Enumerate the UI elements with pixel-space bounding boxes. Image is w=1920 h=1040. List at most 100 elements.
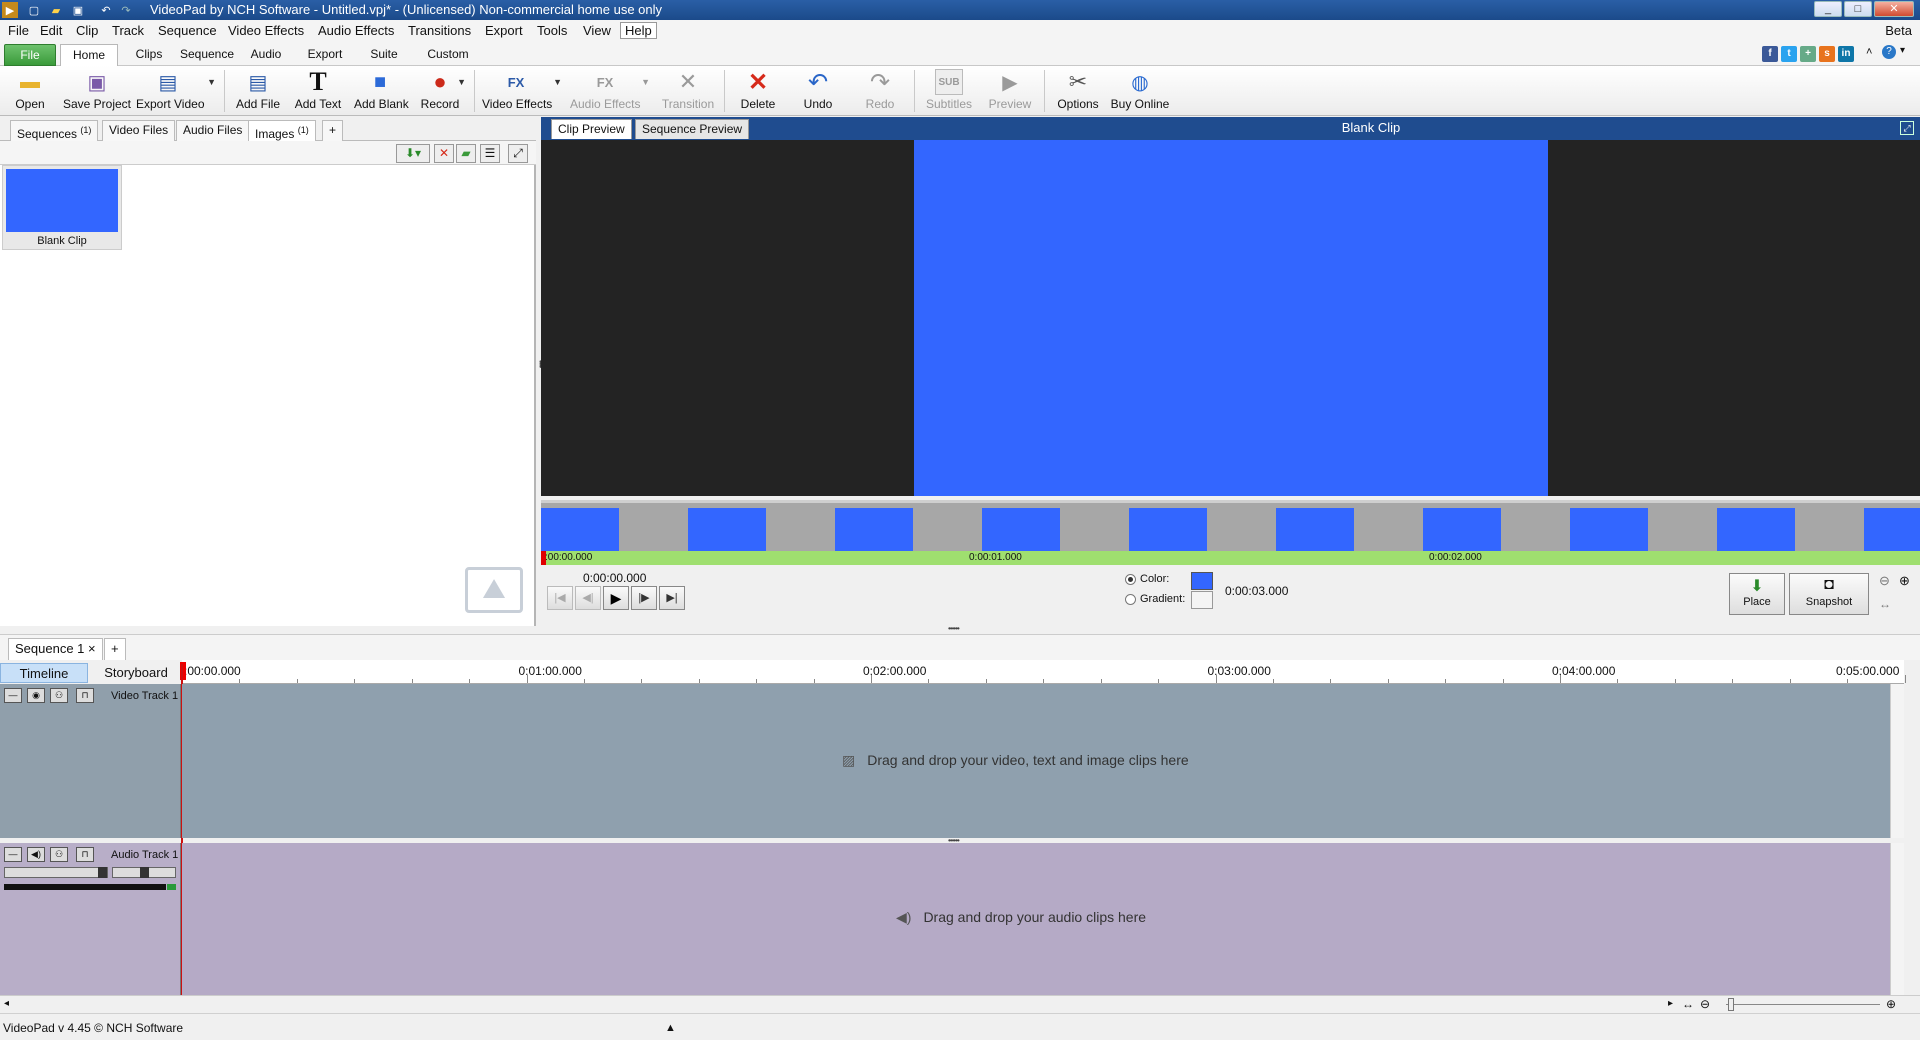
open-folder-icon[interactable]: ▰ — [48, 2, 64, 18]
facebook-icon[interactable]: f — [1762, 46, 1778, 62]
record-button[interactable]: ● Record ▼ — [420, 69, 466, 115]
tab-file[interactable]: File — [4, 44, 56, 66]
clip-duration[interactable]: 0:00:03.000 — [1225, 584, 1288, 598]
solo-track-icon[interactable]: ⚇ — [50, 688, 68, 703]
bin-sort-dropdown-icon[interactable]: ⬇▾ — [396, 144, 430, 163]
pan-slider[interactable] — [112, 867, 176, 878]
menu-video-effects[interactable]: Video Effects — [228, 23, 304, 38]
zoom-in-preview-icon[interactable]: ⊕ — [1899, 573, 1910, 589]
expand-status-icon[interactable]: ▲ — [665, 1022, 676, 1034]
menu-export[interactable]: Export — [485, 23, 523, 38]
record-dropdown-icon[interactable]: ▼ — [457, 77, 466, 87]
tab-export[interactable]: Export — [302, 44, 348, 66]
zoom-in-timeline-icon[interactable]: ⊕ — [1886, 997, 1896, 1011]
pan-knob[interactable] — [140, 867, 149, 878]
audio-effects-dropdown-icon[interactable]: ▼ — [641, 77, 650, 87]
lock-icon[interactable]: ⊓ — [76, 847, 94, 862]
video-track-scrollbar[interactable] — [1890, 684, 1904, 838]
redo-icon[interactable]: ↷ — [118, 2, 134, 18]
menu-edit[interactable]: Edit — [40, 23, 62, 38]
zoom-slider-track[interactable] — [1726, 1004, 1880, 1005]
close-window-button[interactable]: ✕ — [1874, 1, 1914, 17]
add-blank-button[interactable]: ■ Add Blank — [354, 69, 409, 115]
gradient-swatch[interactable] — [1191, 591, 1213, 609]
save-project-button[interactable]: ▣ Save Project — [62, 69, 132, 115]
menu-clip[interactable]: Clip — [76, 23, 98, 38]
video-track-area[interactable]: ▨ Drag and drop your video, text and imag… — [182, 684, 1904, 838]
menu-help[interactable]: Help — [620, 22, 657, 39]
audio-effects-button[interactable]: FX Audio Effects ▼ — [570, 69, 650, 115]
tab-images[interactable]: Images (1) — [248, 120, 316, 142]
timeline-ruler[interactable]: :00:00.000 0:01:00.000 0:02:00.000 0:03:00.… — [182, 660, 1906, 684]
tab-audio[interactable]: Audio — [244, 44, 288, 66]
open-button[interactable]: ▬ Open — [12, 69, 48, 115]
save-icon[interactable]: ▣ — [70, 2, 86, 18]
export-dropdown-icon[interactable]: ▼ — [207, 77, 216, 87]
step-forward-button[interactable]: |▶ — [631, 586, 657, 610]
subtitles-button[interactable]: SUB Subtitles — [924, 69, 974, 115]
delete-button[interactable]: ✕ Delete — [736, 69, 780, 115]
menu-file[interactable]: File — [8, 23, 29, 38]
menu-tools[interactable]: Tools — [537, 23, 567, 38]
collapse-track-icon[interactable]: — — [4, 688, 22, 703]
tab-sequences[interactable]: Sequences (1) — [10, 120, 99, 141]
minimize-button[interactable]: _ — [1814, 1, 1842, 17]
video-effects-dropdown-icon[interactable]: ▼ — [553, 77, 562, 87]
speaker-icon[interactable]: ◀) — [27, 847, 45, 862]
add-bin-tab-button[interactable]: + — [322, 120, 344, 141]
tab-audio-files[interactable]: Audio Files — [176, 120, 250, 141]
options-button[interactable]: ✂ Options — [1056, 69, 1100, 115]
timeline-scrollbar[interactable]: ◂ ▸ ↔ ⊖ ⊕ — [0, 995, 1920, 1013]
bin-list-view-icon[interactable]: ☰ — [480, 144, 500, 163]
scroll-right-icon[interactable]: ▸ — [1668, 998, 1673, 1009]
tab-home[interactable]: Home — [60, 44, 118, 67]
close-sequence-icon[interactable]: × — [88, 641, 96, 656]
buy-online-button[interactable]: ◍ Buy Online — [1110, 69, 1170, 115]
transition-button[interactable]: ✕ Transition — [660, 69, 716, 115]
zoom-out-preview-icon[interactable]: ⊖ — [1879, 573, 1890, 589]
tab-sequence[interactable]: Sequence — [176, 44, 238, 66]
menu-transitions[interactable]: Transitions — [408, 23, 471, 38]
video-effects-button[interactable]: FX Video Effects ▼ — [482, 69, 562, 115]
new-file-icon[interactable]: ▢ — [26, 2, 42, 18]
stumbleupon-icon[interactable]: s — [1819, 46, 1835, 62]
scroll-left-icon[interactable]: ◂ — [4, 998, 9, 1009]
eye-icon[interactable]: ◉ — [27, 688, 45, 703]
menu-track[interactable]: Track — [112, 23, 144, 38]
place-button[interactable]: ⬇ Place — [1729, 573, 1785, 615]
color-radio[interactable] — [1125, 573, 1136, 585]
gradient-radio[interactable] — [1125, 593, 1136, 605]
help-icon[interactable]: ? — [1882, 45, 1896, 59]
fit-timeline-icon[interactable]: ↔ — [1682, 997, 1694, 1011]
collapse-track-icon[interactable]: — — [4, 847, 22, 862]
add-file-button[interactable]: ▤ Add File — [236, 69, 280, 115]
tab-storyboard[interactable]: Storyboard — [92, 663, 180, 683]
redo-button[interactable]: ↷ Redo — [860, 69, 900, 115]
step-back-button[interactable]: ◀| — [575, 586, 601, 610]
share-icon[interactable]: + — [1800, 46, 1816, 62]
tab-suite[interactable]: Suite — [362, 44, 406, 66]
snapshot-button[interactable]: ◘ Snapshot — [1789, 573, 1869, 615]
tab-timeline[interactable]: Timeline — [0, 663, 88, 683]
preview-button[interactable]: ▶ Preview — [986, 69, 1034, 115]
tab-sequence-preview[interactable]: Sequence Preview — [635, 119, 750, 139]
clip-scrub-bar[interactable]: :00:00.000 0:00:01.000 0:00:02.000 — [541, 551, 1920, 565]
horizontal-splitter-grip[interactable]: •••••• — [948, 624, 960, 633]
collapse-ribbon-icon[interactable]: ˄ — [1866, 46, 1872, 58]
bin-clip-thumbnail[interactable]: Blank Clip — [2, 165, 122, 250]
gradient-option[interactable]: Gradient: — [1125, 593, 1185, 605]
fit-preview-icon[interactable]: ↔ — [1879, 597, 1891, 611]
play-button[interactable]: ▶ — [603, 586, 629, 610]
bin-detach-icon[interactable]: ⤢ — [508, 144, 528, 163]
go-to-end-button[interactable]: ▶| — [659, 586, 685, 610]
twitter-icon[interactable]: t — [1781, 46, 1797, 62]
tab-clips[interactable]: Clips — [126, 44, 172, 66]
add-text-button[interactable]: T Add Text — [294, 67, 342, 115]
audio-track-scrollbar[interactable] — [1890, 843, 1904, 995]
clip-filmstrip[interactable] — [541, 500, 1920, 553]
color-swatch[interactable] — [1191, 572, 1213, 590]
undo-button[interactable]: ↶ Undo — [798, 69, 838, 115]
maximize-button[interactable]: □ — [1844, 1, 1872, 17]
tab-clip-preview[interactable]: Clip Preview — [551, 119, 632, 139]
menu-view[interactable]: View — [583, 23, 611, 38]
